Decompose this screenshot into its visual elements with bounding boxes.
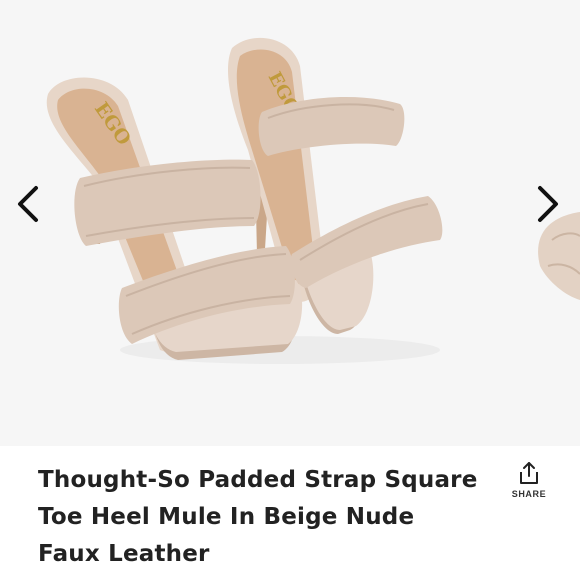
- share-button[interactable]: SHARE: [506, 460, 552, 504]
- chevron-left-icon: [18, 186, 38, 222]
- previous-image-button[interactable]: [8, 176, 48, 232]
- chevron-right-icon: [538, 186, 558, 222]
- next-image-button[interactable]: [528, 176, 568, 232]
- product-photo: EGO EGO: [0, 0, 580, 446]
- product-image-gallery[interactable]: EGO EGO: [0, 0, 580, 446]
- product-info: Thought-So Padded Strap Square Toe Heel …: [0, 446, 580, 580]
- share-label: SHARE: [511, 489, 547, 499]
- product-title: Thought-So Padded Strap Square Toe Heel …: [38, 467, 478, 567]
- share-icon: [520, 462, 538, 484]
